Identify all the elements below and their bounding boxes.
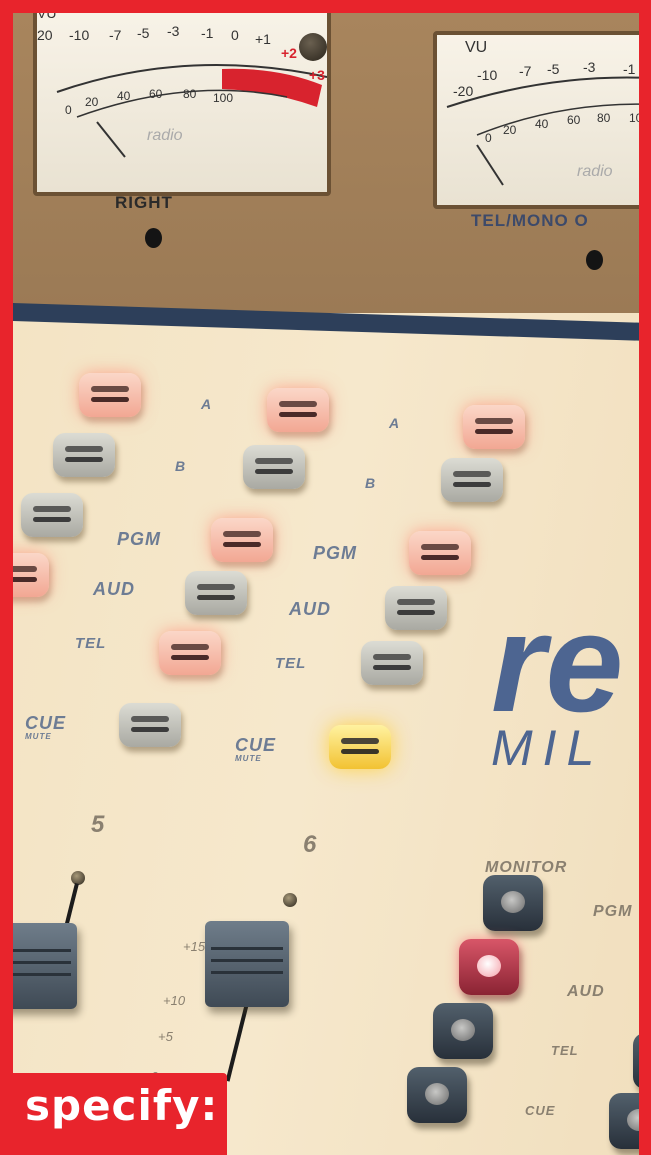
vu-right-label: VU bbox=[465, 39, 488, 56]
ch5-b-button[interactable] bbox=[53, 433, 115, 477]
fader-tick: +10 bbox=[163, 993, 186, 1008]
meter-panel: 20 VU -10 -7 -5 -3 -1 0 +1 +2 +3 0 20 40… bbox=[13, 13, 639, 313]
ch5-cue-text: CUE bbox=[25, 713, 67, 733]
vu-right-tick: -1 bbox=[623, 61, 636, 77]
vu-left-bottom-tick: 100 bbox=[213, 91, 234, 105]
mixer-photo: 20 VU -10 -7 -5 -3 -1 0 +1 +2 +3 0 20 40… bbox=[13, 13, 639, 1155]
vu-meter-right: VU -20 -10 -7 -5 -3 -1 0 20 40 60 80 10 … bbox=[433, 31, 639, 209]
monitor-extra-button[interactable] bbox=[609, 1093, 639, 1149]
ch7-b-button[interactable] bbox=[441, 458, 503, 502]
vu-left-bottom-tick: 80 bbox=[183, 87, 197, 101]
vu-right-bottom-tick: 80 bbox=[597, 111, 611, 125]
ch5-a-label: A bbox=[201, 396, 213, 412]
ch7-tel-button[interactable] bbox=[361, 641, 423, 685]
vu-left-bottom-tick: 0 bbox=[65, 103, 72, 117]
vu-right-bottom-tick: 10 bbox=[629, 111, 639, 125]
brand-subtitle: MIL bbox=[491, 720, 605, 776]
ch6-tel-button[interactable] bbox=[159, 631, 221, 675]
ch6-fader-track bbox=[225, 1003, 249, 1082]
specify-tag: specify: bbox=[13, 1073, 227, 1155]
vu-right-tick: -10 bbox=[477, 67, 498, 83]
photo-frame: 20 VU -10 -7 -5 -3 -1 0 +1 +2 +3 0 20 40… bbox=[0, 0, 651, 1155]
ch5-aud-label: AUD bbox=[93, 579, 135, 599]
monitor-cue-button[interactable] bbox=[407, 1067, 467, 1123]
ch6-tel-label: TEL bbox=[275, 655, 307, 672]
right-channel-label: RIGHT bbox=[115, 193, 173, 212]
vu-right-bottom-tick: 20 bbox=[503, 123, 517, 137]
ch6-fader[interactable] bbox=[205, 921, 289, 1007]
ch7-aud-button[interactable] bbox=[385, 586, 447, 630]
ch6-aud-label: AUD bbox=[289, 599, 331, 619]
ch5-fader[interactable] bbox=[13, 923, 77, 1009]
monitor-pgm-label: PGM bbox=[593, 903, 633, 920]
vu-meter-left: 20 VU -10 -7 -5 -3 -1 0 +1 +2 +3 0 20 40… bbox=[33, 13, 331, 196]
vu-right-bottom-tick: 60 bbox=[567, 113, 581, 127]
fader-tick: +15 bbox=[183, 939, 206, 954]
vu-right-brand: radio bbox=[577, 163, 613, 180]
meter-adjust-hole bbox=[145, 228, 162, 248]
vu-left-tick: -10 bbox=[69, 27, 90, 43]
vu-left-tick: -1 bbox=[201, 25, 214, 41]
ch6-pgm-label: PGM bbox=[313, 543, 358, 563]
tel-mono-label: TEL/MONO O bbox=[471, 211, 589, 230]
ch7-pgm-button[interactable] bbox=[409, 531, 471, 575]
ch5-aud-button[interactable] bbox=[13, 553, 49, 597]
ch5-mute-text: MUTE bbox=[25, 732, 52, 741]
monitor-tel-button[interactable] bbox=[433, 1003, 493, 1059]
vu-right-bottom-tick: 40 bbox=[535, 117, 549, 131]
ch5-pgm-button[interactable] bbox=[21, 493, 83, 537]
ch6-a-button[interactable] bbox=[267, 388, 329, 432]
vu-left-tick: -5 bbox=[137, 25, 150, 41]
ch6-cue-button[interactable] bbox=[329, 725, 391, 769]
vu-right-tick: -20 bbox=[453, 83, 474, 99]
ch6-b-button[interactable] bbox=[243, 445, 305, 489]
ch5-cue-label: CUE MUTE bbox=[25, 713, 66, 741]
vu-left-tick: +2 bbox=[281, 45, 297, 61]
ch5-b-label: B bbox=[175, 458, 187, 474]
monitor-aud-button[interactable] bbox=[459, 939, 519, 995]
monitor-pgm-button[interactable] bbox=[483, 875, 543, 931]
meter-adjust-hole bbox=[586, 250, 603, 270]
vu-left-vu-partial: VU bbox=[37, 13, 57, 21]
ch5-cue-button[interactable] bbox=[119, 703, 181, 747]
channel-number-6: 6 bbox=[303, 831, 317, 858]
ch7-a-button[interactable] bbox=[463, 405, 525, 449]
ch6-cue-label: CUE MUTE bbox=[235, 735, 276, 763]
fader-tick: +5 bbox=[158, 1029, 173, 1044]
vu-left-brand: radio bbox=[147, 127, 183, 144]
ch5-tel-label: TEL bbox=[75, 635, 107, 652]
vu-left-tick: +3 bbox=[309, 67, 325, 83]
ch6-mute-text: MUTE bbox=[235, 754, 262, 763]
vu-left-bottom-tick: 20 bbox=[85, 95, 99, 109]
monitor-cue-label: CUE bbox=[525, 1103, 556, 1118]
ch5-pgm-label: PGM bbox=[117, 529, 162, 549]
ch6-b-label: B bbox=[365, 475, 377, 491]
channel-number-5: 5 bbox=[91, 811, 105, 838]
vu-right-tick: -5 bbox=[547, 61, 560, 77]
ch6-pgm-button[interactable] bbox=[211, 518, 273, 562]
vu-left-tick: -3 bbox=[167, 23, 180, 39]
vu-right-tick: -7 bbox=[519, 63, 532, 79]
brand-logo: re bbox=[491, 584, 624, 741]
monitor-aud-label: AUD bbox=[567, 983, 605, 1000]
ch5-a-button[interactable] bbox=[79, 373, 141, 417]
vu-left-tick: +1 bbox=[255, 31, 271, 47]
vu-right-tick: -3 bbox=[583, 59, 596, 75]
ch6-cue-text: CUE bbox=[235, 735, 277, 755]
monitor-extra-button[interactable] bbox=[633, 1033, 639, 1089]
vu-left-partial: 20 bbox=[37, 27, 53, 43]
specify-text: specify: bbox=[25, 1081, 219, 1130]
meter-screw bbox=[299, 33, 327, 61]
ch6-aud-button[interactable] bbox=[185, 571, 247, 615]
vu-left-bottom-tick: 60 bbox=[149, 87, 163, 101]
vu-right-bottom-tick: 0 bbox=[485, 131, 492, 145]
vu-left-bottom-tick: 40 bbox=[117, 89, 131, 103]
ch6-a-label: A bbox=[389, 415, 401, 431]
vu-left-tick: -7 bbox=[109, 27, 122, 43]
vu-left-tick: 0 bbox=[231, 27, 239, 43]
ch6-led bbox=[283, 893, 297, 907]
monitor-tel-label: TEL bbox=[551, 1043, 579, 1058]
